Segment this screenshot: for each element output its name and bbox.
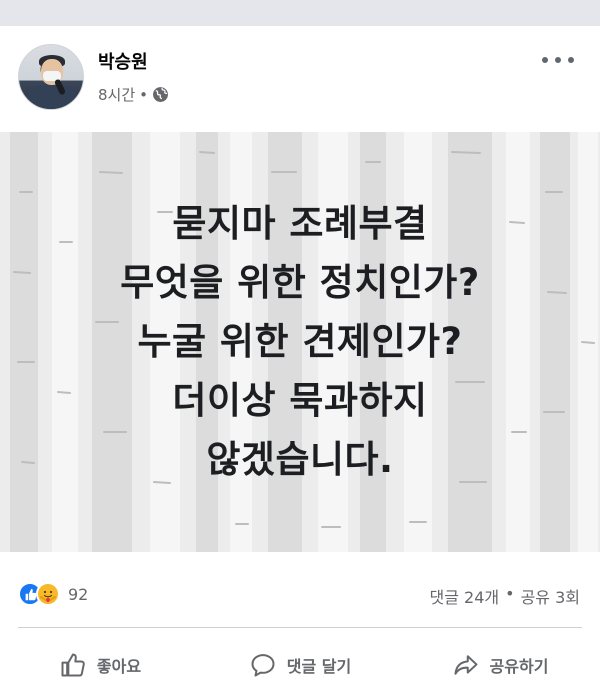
post-image-text: 묻지마 조례부결 무엇을 위한 정치인가? 누굴 위한 견제인가? 더이상 묵과… xyxy=(0,194,600,489)
comments-shares-summary: 댓글 24개 • 공유 3회 xyxy=(430,584,580,608)
comment-label: 댓글 달기 xyxy=(286,656,352,676)
author-avatar[interactable] xyxy=(18,44,84,110)
share-count[interactable]: 공유 3회 xyxy=(521,584,580,608)
meta-separator: • xyxy=(139,85,149,104)
image-text-line: 무엇을 위한 정치인가? xyxy=(120,261,480,304)
share-label: 공유하기 xyxy=(489,656,549,676)
top-band xyxy=(0,0,600,26)
post-stats: 92 댓글 24개 • 공유 3회 xyxy=(0,552,600,630)
post-time[interactable]: 8시간 xyxy=(98,84,135,105)
stats-separator: • xyxy=(505,584,515,603)
image-text-line: 누굴 위한 견제인가? xyxy=(137,320,463,363)
like-label: 좋아요 xyxy=(96,656,142,676)
care-icon xyxy=(36,582,60,606)
comment-button[interactable]: 댓글 달기 xyxy=(200,630,400,699)
share-icon xyxy=(454,654,478,675)
reaction-count: 92 xyxy=(68,584,89,604)
globe-icon[interactable] xyxy=(152,86,169,103)
post-image[interactable]: 묻지마 조례부결 무엇을 위한 정치인가? 누굴 위한 견제인가? 더이상 묵과… xyxy=(0,132,600,552)
like-button[interactable]: 좋아요 xyxy=(0,630,200,699)
post-actions: 좋아요 댓글 달기 공유하기 xyxy=(0,630,600,699)
author-name[interactable]: 박승원 xyxy=(98,48,148,74)
divider xyxy=(18,627,582,628)
image-text-line: 묻지마 조례부결 xyxy=(172,202,428,245)
image-text-line: 더이상 묵과하지 xyxy=(172,379,428,422)
comment-icon xyxy=(251,653,275,676)
share-button[interactable]: 공유하기 xyxy=(400,630,600,699)
image-text-line: 않겠습니다. xyxy=(206,438,394,481)
reactions-summary[interactable]: 92 xyxy=(18,582,88,606)
more-options-icon[interactable] xyxy=(542,48,574,72)
post-header: 박승원 8시간 • xyxy=(0,26,600,132)
post-meta: 8시간 • xyxy=(98,84,169,105)
thumbs-up-icon xyxy=(61,653,85,676)
comment-count[interactable]: 댓글 24개 xyxy=(430,584,500,608)
